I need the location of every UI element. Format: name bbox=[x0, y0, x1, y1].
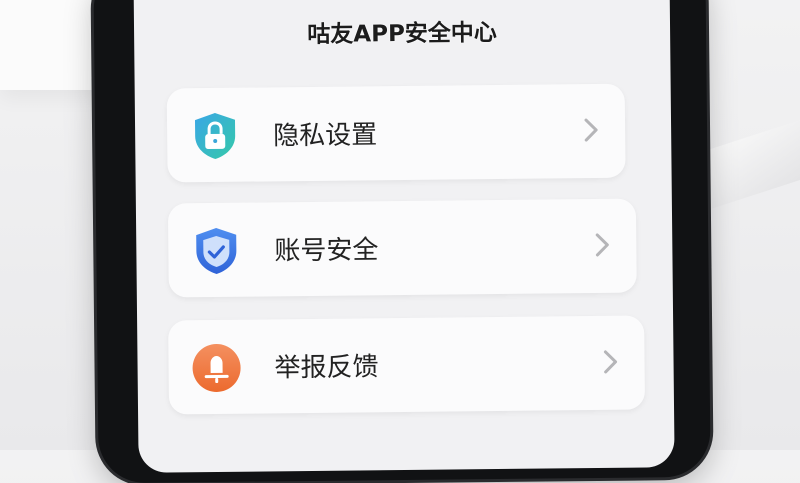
menu-item-label: 账号安全 bbox=[274, 235, 379, 267]
report-bell-icon bbox=[190, 342, 243, 395]
menu-item-label: 隐私设置 bbox=[273, 120, 378, 152]
chevron-right-icon bbox=[594, 232, 610, 258]
menu-item-report-feedback[interactable]: 举报反馈 bbox=[168, 315, 646, 415]
page-title: 咕友APP安全中心 bbox=[307, 20, 497, 49]
lock-shield-icon bbox=[189, 110, 242, 163]
check-shield-icon bbox=[190, 225, 243, 278]
phone-screen: 咕友APP安全中心 隐私设置 账号安全 举报反馈 bbox=[133, 0, 675, 473]
chevron-right-icon bbox=[602, 349, 618, 375]
menu-item-privacy-settings[interactable]: 隐私设置 bbox=[166, 83, 626, 183]
menu-item-label: 举报反馈 bbox=[274, 352, 379, 384]
chevron-right-icon bbox=[583, 117, 599, 143]
menu-item-account-security[interactable]: 账号安全 bbox=[167, 198, 637, 298]
